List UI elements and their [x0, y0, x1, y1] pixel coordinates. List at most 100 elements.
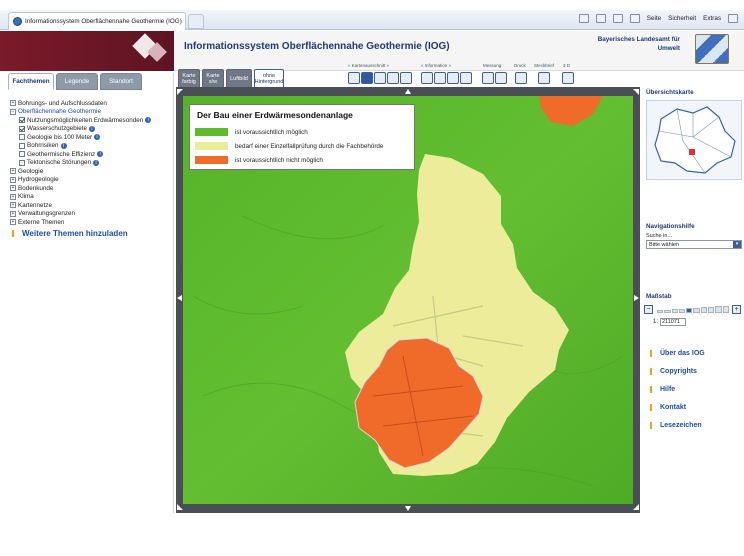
- print-map-icon[interactable]: [515, 72, 527, 84]
- scale-step[interactable]: [722, 306, 729, 313]
- feeds-icon[interactable]: [595, 14, 606, 23]
- tab-standort[interactable]: Standort: [100, 73, 142, 90]
- basemap-none-button[interactable]: ohne Hintergrund: [254, 69, 284, 89]
- basemap-bw-button[interactable]: Karte s/w: [202, 69, 224, 89]
- basemap-aerial-button[interactable]: Luftbild: [226, 69, 252, 89]
- tree-item[interactable]: + Klima: [10, 193, 172, 202]
- profile-tool-icon[interactable]: [460, 72, 472, 84]
- tree-item[interactable]: + Hydrogeologie: [10, 176, 172, 185]
- info-icon[interactable]: i: [60, 142, 67, 149]
- collapse-icon[interactable]: −: [10, 108, 16, 115]
- help-icon[interactable]: [728, 14, 738, 23]
- tree-item[interactable]: Geothermische Effizienz i: [10, 150, 172, 159]
- scale-input[interactable]: 211071: [660, 318, 687, 326]
- overview-map[interactable]: [646, 100, 742, 180]
- scale-step[interactable]: [671, 309, 678, 313]
- tools-menu[interactable]: Extras: [703, 15, 721, 22]
- tree-item[interactable]: Tektonische Störungen i: [10, 159, 172, 168]
- scale-step[interactable]: [664, 310, 671, 313]
- info-icon[interactable]: i: [93, 159, 100, 166]
- tab-fachthemen[interactable]: Fachthemen: [8, 73, 54, 90]
- info-icon[interactable]: i: [88, 125, 95, 132]
- tree-item[interactable]: Nutzungsmöglichkeiten Erdwärmesonden i: [10, 116, 172, 125]
- info-icon[interactable]: i: [97, 151, 104, 158]
- profile-sheet-icon[interactable]: [538, 72, 550, 84]
- pan-west-icon[interactable]: [177, 295, 182, 301]
- pan-northeast-icon[interactable]: [633, 89, 639, 95]
- scale-step[interactable]: [700, 307, 708, 313]
- expand-icon[interactable]: +: [10, 219, 16, 226]
- scale-step[interactable]: [657, 310, 664, 313]
- pan-north-icon[interactable]: [405, 89, 411, 94]
- pan-icon[interactable]: [387, 72, 399, 84]
- layer-checkbox[interactable]: [19, 117, 25, 124]
- link-copyrights[interactable]: Copyrights: [648, 368, 697, 375]
- info-icon[interactable]: i: [145, 117, 152, 124]
- nav-select[interactable]: Bitte wählen ▾: [646, 240, 742, 249]
- link-help[interactable]: Hilfe: [648, 386, 675, 393]
- layer-checkbox[interactable]: [19, 159, 25, 166]
- layer-checkbox[interactable]: [19, 134, 25, 141]
- tree-item[interactable]: + Verwaltungsgrenzen: [10, 210, 172, 219]
- measure-clear-icon[interactable]: [495, 72, 507, 84]
- print-icon[interactable]: [629, 14, 640, 23]
- expand-icon[interactable]: +: [10, 100, 16, 107]
- scale-step[interactable]: [678, 309, 686, 313]
- new-tab-button[interactable]: [188, 14, 204, 29]
- table-tool-icon[interactable]: [447, 72, 459, 84]
- tree-item[interactable]: + Externe Themen: [10, 218, 172, 227]
- link-contact[interactable]: Kontakt: [648, 404, 686, 411]
- pan-northwest-icon[interactable]: [177, 89, 183, 95]
- zoom-previous-icon[interactable]: [400, 72, 412, 84]
- pan-southeast-icon[interactable]: [633, 504, 639, 510]
- zoom-out-icon[interactable]: [374, 72, 386, 84]
- expand-icon[interactable]: +: [10, 202, 16, 209]
- expand-icon[interactable]: +: [10, 210, 16, 217]
- browser-tab[interactable]: Informationssystem Oberflächennahe Geoth…: [8, 12, 186, 30]
- pan-south-icon[interactable]: [405, 506, 411, 511]
- home-icon[interactable]: [578, 14, 589, 23]
- scale-step[interactable]: [693, 308, 700, 313]
- safety-menu[interactable]: Sicherheit: [668, 15, 696, 22]
- zoom-out-button[interactable]: −: [644, 305, 653, 314]
- legend-swatch: [195, 128, 228, 136]
- layer-checkbox[interactable]: [19, 125, 25, 132]
- scale-step[interactable]: [708, 307, 715, 313]
- tree-item[interactable]: + Kartennetze: [10, 201, 172, 210]
- zoom-full-icon[interactable]: [348, 72, 360, 84]
- tree-item[interactable]: Wasserschutzgebiete i: [10, 125, 172, 134]
- tree-item[interactable]: + Geologie: [10, 167, 172, 176]
- layer-checkbox[interactable]: [19, 142, 25, 149]
- scale-slider-thumb[interactable]: [686, 308, 693, 313]
- layer-checkbox[interactable]: [19, 151, 25, 158]
- expand-icon[interactable]: +: [10, 193, 16, 200]
- pan-southwest-icon[interactable]: [177, 504, 183, 510]
- zoom-in-button[interactable]: +: [732, 305, 741, 314]
- tree-item[interactable]: Bohrrisiken i: [10, 142, 172, 151]
- mail-icon[interactable]: [612, 14, 623, 23]
- link-bookmarks[interactable]: Lesezeichen: [648, 422, 702, 429]
- link-about[interactable]: Über das IOG: [648, 350, 705, 357]
- scale-slider[interactable]: [657, 306, 729, 313]
- select-tool-icon[interactable]: [434, 72, 446, 84]
- info-icon[interactable]: i: [94, 134, 101, 141]
- zoom-in-icon[interactable]: [361, 72, 373, 84]
- page-menu[interactable]: Seite: [647, 15, 661, 22]
- 3d-view-icon[interactable]: [562, 72, 574, 84]
- pan-east-icon[interactable]: [634, 295, 639, 301]
- expand-icon[interactable]: +: [10, 185, 16, 192]
- info-tool-icon[interactable]: [421, 72, 433, 84]
- expand-icon[interactable]: +: [10, 176, 16, 183]
- favicon-icon: [13, 17, 22, 26]
- tree-item[interactable]: Geologie bis 100 Meter i: [10, 133, 172, 142]
- basemap-color-button[interactable]: Karte farbig: [178, 69, 200, 89]
- tree-item[interactable]: + Bohrungs- und Aufschlussdaten: [10, 99, 172, 108]
- expand-icon[interactable]: +: [10, 168, 16, 175]
- tab-legende[interactable]: Legende: [56, 73, 98, 90]
- scale-step[interactable]: [715, 306, 722, 313]
- tree-item[interactable]: − Oberflächennahe Geothermie: [10, 108, 172, 117]
- toolgroup-label: Messung: [483, 63, 502, 68]
- add-themes-link[interactable]: Weitere Themen hinzuladen: [10, 229, 172, 238]
- measure-line-icon[interactable]: [482, 72, 494, 84]
- tree-item[interactable]: + Bodenkunde: [10, 184, 172, 193]
